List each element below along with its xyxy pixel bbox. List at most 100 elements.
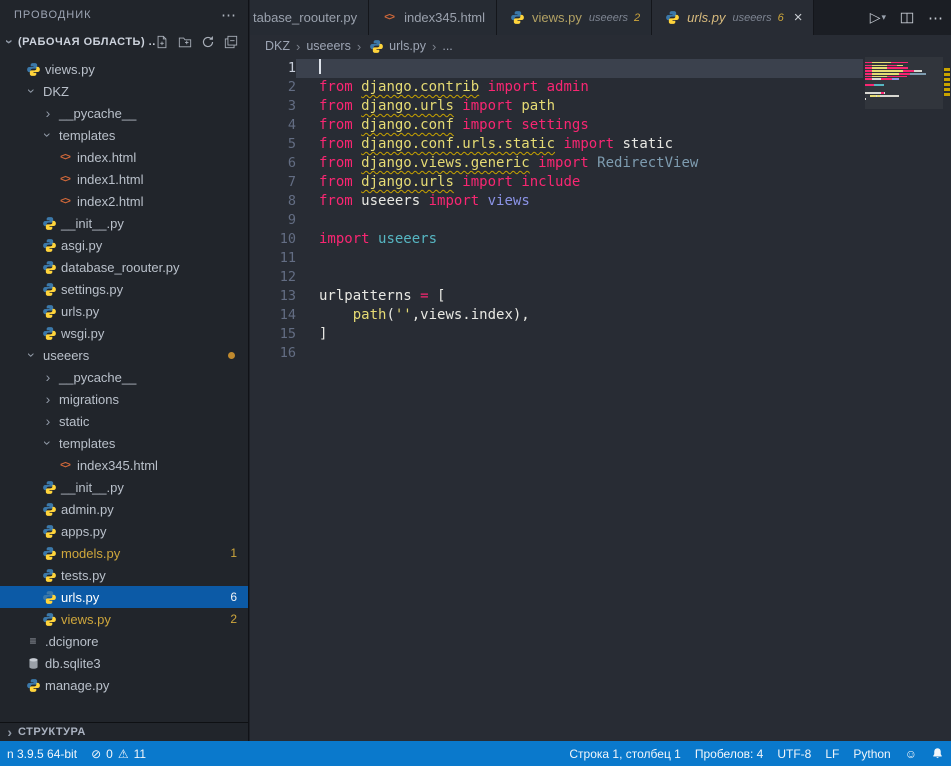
warning-icon: ⚠ xyxy=(118,747,129,761)
close-tab-icon[interactable]: × xyxy=(794,9,803,26)
language-mode-status[interactable]: Python xyxy=(846,741,897,766)
cursor-position-status[interactable]: Строка 1, столбец 1 xyxy=(562,741,687,766)
tree-item-__init__.py[interactable]: __init__.py xyxy=(0,212,248,234)
tree-item-index1.html[interactable]: <>index1.html xyxy=(0,168,248,190)
code-line-9[interactable]: 9 xyxy=(250,211,863,230)
problems-status[interactable]: ⊘0 ⚠11 xyxy=(84,741,153,766)
structure-section-header[interactable]: › СТРУКТУРА xyxy=(0,722,248,741)
breadcrumb-label: DKZ xyxy=(265,39,290,53)
tree-item-views.py[interactable]: views.py xyxy=(0,58,248,80)
code-line-15[interactable]: 15] xyxy=(250,325,863,344)
code-line-4[interactable]: 4from django.conf import settings xyxy=(250,116,863,135)
code-line-7[interactable]: 7from django.urls import include xyxy=(250,173,863,192)
code-line-13[interactable]: 13urlpatterns = [ xyxy=(250,287,863,306)
line-number: 1 xyxy=(250,59,296,78)
code-line-5[interactable]: 5from django.conf.urls.static import sta… xyxy=(250,135,863,154)
breadcrumb-item-...[interactable]: ... xyxy=(442,39,452,53)
code-line-1[interactable]: 1 xyxy=(250,59,863,78)
code-area[interactable]: 12from django.contrib import admin3from … xyxy=(250,59,863,363)
overview-ruler xyxy=(943,59,951,741)
tree-item-database_roouter.py[interactable]: database_roouter.py xyxy=(0,256,248,278)
tab-label: views.py xyxy=(532,10,582,25)
indentation-status[interactable]: Пробелов: 4 xyxy=(688,741,771,766)
editor-actions: ▷▾ ⋯ xyxy=(870,0,943,35)
new-folder-icon[interactable] xyxy=(178,35,192,49)
tree-item-models.py[interactable]: models.py1 xyxy=(0,542,248,564)
breadcrumb[interactable]: DKZ›useeers›urls.py›... xyxy=(250,35,951,57)
code-line-16[interactable]: 16 xyxy=(250,344,863,363)
tree-item-asgi.py[interactable]: asgi.py xyxy=(0,234,248,256)
tab-views.py[interactable]: views.pyuseeers2 xyxy=(497,0,652,35)
breadcrumb-item-useeers[interactable]: useeers xyxy=(306,39,350,53)
code-line-12[interactable]: 12 xyxy=(250,268,863,287)
tab-tabase_roouter.py[interactable]: tabase_roouter.py xyxy=(250,0,369,35)
cursor-caret xyxy=(319,59,321,74)
tree-item-admin.py[interactable]: admin.py xyxy=(0,498,248,520)
file-label: index1.html xyxy=(77,172,143,187)
tree-item-templates[interactable]: ›templates xyxy=(0,124,248,146)
breadcrumb-item-DKZ[interactable]: DKZ xyxy=(265,39,290,53)
tree-item-__pycache__[interactable]: ›__pycache__ xyxy=(0,366,248,388)
ignore-file-icon: ≡ xyxy=(24,634,42,648)
warning-count: 11 xyxy=(134,747,146,761)
tree-item-__init__.py[interactable]: __init__.py xyxy=(0,476,248,498)
notifications-bell-icon[interactable] xyxy=(924,741,951,766)
file-label: database_roouter.py xyxy=(61,260,180,275)
minimap[interactable] xyxy=(865,59,943,104)
tree-item-urls.py[interactable]: urls.py6 xyxy=(0,586,248,608)
split-editor-icon[interactable] xyxy=(900,11,914,25)
tree-item-__pycache__[interactable]: ›__pycache__ xyxy=(0,102,248,124)
tree-item-tests.py[interactable]: tests.py xyxy=(0,564,248,586)
warning-mark xyxy=(944,88,950,91)
views-more-actions-icon[interactable]: ⋯ xyxy=(221,6,236,24)
feedback-icon[interactable]: ☺ xyxy=(898,741,924,766)
tree-item-index.html[interactable]: <>index.html xyxy=(0,146,248,168)
python-version-status[interactable]: n 3.9.5 64-bit xyxy=(0,741,84,766)
python-file-icon xyxy=(40,612,58,627)
collapse-all-icon[interactable] xyxy=(224,35,238,49)
tree-item-wsgi.py[interactable]: wsgi.py xyxy=(0,322,248,344)
tree-item-index2.html[interactable]: <>index2.html xyxy=(0,190,248,212)
encoding-status[interactable]: UTF-8 xyxy=(770,741,818,766)
python-file-icon xyxy=(40,216,58,231)
python-file-icon xyxy=(367,39,385,54)
editor-more-actions-icon[interactable]: ⋯ xyxy=(928,9,943,27)
tree-item-urls.py[interactable]: urls.py xyxy=(0,300,248,322)
tree-item-index345.html[interactable]: <>index345.html xyxy=(0,454,248,476)
eol-status[interactable]: LF xyxy=(818,741,846,766)
tree-item-static[interactable]: ›static xyxy=(0,410,248,432)
tab-bar: tabase_roouter.py<>index345.htmlviews.py… xyxy=(250,0,951,35)
code-line-3[interactable]: 3from django.urls import path xyxy=(250,97,863,116)
code-line-10[interactable]: 10import useeers xyxy=(250,230,863,249)
new-file-icon[interactable] xyxy=(155,35,169,49)
code-line-6[interactable]: 6from django.views.generic import Redire… xyxy=(250,154,863,173)
breadcrumb-separator: › xyxy=(357,39,361,54)
code-line-2[interactable]: 2from django.contrib import admin xyxy=(250,78,863,97)
error-icon: ⊘ xyxy=(91,747,101,761)
code-line-11[interactable]: 11 xyxy=(250,249,863,268)
code-line-14[interactable]: 14 path('',views.index), xyxy=(250,306,863,325)
tree-item-.dcignore[interactable]: ≡.dcignore xyxy=(0,630,248,652)
tree-item-views.py[interactable]: views.py2 xyxy=(0,608,248,630)
refresh-icon[interactable] xyxy=(201,35,215,49)
tree-item-db.sqlite3[interactable]: db.sqlite3 xyxy=(0,652,248,674)
file-label: asgi.py xyxy=(61,238,102,253)
tree-item-templates[interactable]: ›templates xyxy=(0,432,248,454)
workspace-section-header[interactable]: › (РАБОЧАЯ ОБЛАСТЬ) ... xyxy=(0,30,248,54)
tab-index345.html[interactable]: <>index345.html xyxy=(369,0,497,35)
tree-item-settings.py[interactable]: settings.py xyxy=(0,278,248,300)
tree-item-migrations[interactable]: ›migrations xyxy=(0,388,248,410)
tree-item-apps.py[interactable]: apps.py xyxy=(0,520,248,542)
vscode-window: ПРОВОДНИК ⋯ › (РАБОЧАЯ ОБЛАСТЬ) ... view… xyxy=(0,0,951,766)
tree-item-useeers[interactable]: ›useeers xyxy=(0,344,248,366)
tab-urls.py[interactable]: urls.pyuseeers6× xyxy=(652,0,814,35)
tree-item-DKZ[interactable]: ›DKZ xyxy=(0,80,248,102)
warning-mark xyxy=(944,68,950,71)
code-editor[interactable]: 12from django.contrib import admin3from … xyxy=(250,57,951,741)
html-file-icon: <> xyxy=(56,174,74,185)
file-label: index345.html xyxy=(77,458,158,473)
breadcrumb-item-urls.py[interactable]: urls.py xyxy=(367,39,426,54)
run-button[interactable]: ▷▾ xyxy=(870,9,886,26)
tree-item-manage.py[interactable]: manage.py xyxy=(0,674,248,696)
code-line-8[interactable]: 8from useeers import views xyxy=(250,192,863,211)
